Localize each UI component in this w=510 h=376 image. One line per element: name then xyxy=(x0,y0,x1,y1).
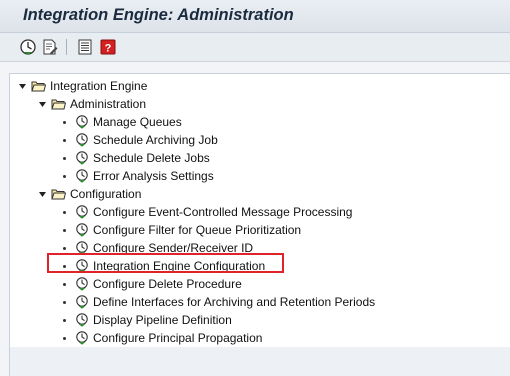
tree-item-configure-principal-propagation[interactable]: Configure Principal Propagation xyxy=(61,329,262,347)
bullet xyxy=(63,318,66,322)
execute-clock-icon xyxy=(20,39,36,55)
tree-item-label: Error Analysis Settings xyxy=(93,169,214,183)
list-icon xyxy=(78,39,92,55)
tree-item-configure-filter-for-queue-prioritization[interactable]: Configure Filter for Queue Prioritizatio… xyxy=(61,221,301,239)
tree-item-label: Display Pipeline Definition xyxy=(93,313,232,327)
list-button[interactable] xyxy=(76,38,94,56)
tree-node-label: Integration Engine xyxy=(50,79,148,93)
execute-button[interactable] xyxy=(19,38,37,56)
tree-item-integration-engine-configuration[interactable]: Integration Engine Configuration xyxy=(61,257,265,275)
bullet xyxy=(63,210,66,214)
bullet xyxy=(63,228,66,232)
edit-button[interactable] xyxy=(41,38,59,56)
tree-node-integration-engine[interactable]: Integration Engine xyxy=(18,77,147,95)
tree-node-label: Configuration xyxy=(70,187,142,201)
folder-open-icon xyxy=(31,81,46,92)
transaction-clock-icon xyxy=(76,169,88,183)
bullet xyxy=(63,174,66,178)
navigation-tree: Integration Engine Administration Manage… xyxy=(9,73,510,348)
tree-item-define-interfaces-for-archiving[interactable]: Define Interfaces for Archiving and Rete… xyxy=(61,293,375,311)
transaction-clock-icon xyxy=(76,151,88,165)
tree-item-display-pipeline-definition[interactable]: Display Pipeline Definition xyxy=(61,311,232,329)
tree-item-label: Define Interfaces for Archiving and Rete… xyxy=(93,295,376,309)
expand-triangle-icon[interactable] xyxy=(38,100,47,109)
folder-open-icon xyxy=(51,99,66,110)
help-icon: ? xyxy=(100,39,116,55)
tree-item-label: Configure Sender/Receiver ID xyxy=(93,241,254,255)
transaction-clock-icon xyxy=(76,313,88,327)
folder-open-icon xyxy=(51,189,66,200)
bullet xyxy=(63,282,66,286)
transaction-clock-icon xyxy=(76,133,88,147)
transaction-clock-icon xyxy=(76,277,88,291)
bullet xyxy=(63,336,66,340)
transaction-clock-icon xyxy=(76,331,88,345)
tree-item-label: Schedule Archiving Job xyxy=(93,133,218,147)
transaction-clock-icon xyxy=(76,295,88,309)
transaction-clock-icon xyxy=(76,223,88,237)
tree-item-schedule-archiving-job[interactable]: Schedule Archiving Job xyxy=(61,131,218,149)
bullet xyxy=(63,120,66,124)
tree-item-label: Configure Filter for Queue Prioritizatio… xyxy=(93,223,302,237)
transaction-clock-icon xyxy=(76,205,88,219)
toolbar-separator xyxy=(66,39,67,55)
tree-item-configure-event-controlled-message-processing[interactable]: Configure Event-Controlled Message Proce… xyxy=(61,203,352,221)
help-button[interactable]: ? xyxy=(99,38,117,56)
tree-item-configure-sender-receiver-id[interactable]: Configure Sender/Receiver ID xyxy=(61,239,253,257)
tree-item-label: Configure Event-Controlled Message Proce… xyxy=(93,205,353,219)
title-bar: Integration Engine: Administration xyxy=(0,0,510,33)
tree-node-label: Administration xyxy=(70,97,147,111)
expand-triangle-icon[interactable] xyxy=(18,82,27,91)
tree-item-label: Integration Engine Configuration xyxy=(93,259,266,273)
transaction-clock-icon xyxy=(76,241,88,255)
tree-item-label: Configure Delete Procedure xyxy=(93,277,242,291)
tree-item-label: Schedule Delete Jobs xyxy=(93,151,210,165)
tree-item-configure-delete-procedure[interactable]: Configure Delete Procedure xyxy=(61,275,242,293)
tree-node-administration[interactable]: Administration xyxy=(38,95,146,113)
bullet xyxy=(63,300,66,304)
bullet xyxy=(63,156,66,160)
tree-item-label: Manage Queues xyxy=(93,115,182,129)
tree-node-configuration[interactable]: Configuration xyxy=(38,185,141,203)
tree-item-error-analysis-settings[interactable]: Error Analysis Settings xyxy=(61,167,214,185)
transaction-clock-icon xyxy=(76,259,88,273)
application-toolbar: ? xyxy=(0,33,510,62)
tree-item-manage-queues[interactable]: Manage Queues xyxy=(61,113,182,131)
transaction-clock-icon xyxy=(76,115,88,129)
bottom-empty-area xyxy=(9,347,510,376)
tree-item-label: Configure Principal Propagation xyxy=(93,331,263,345)
edit-document-icon xyxy=(43,39,58,55)
svg-text:?: ? xyxy=(105,43,112,55)
page-title: Integration Engine: Administration xyxy=(23,6,294,24)
bullet xyxy=(63,138,66,142)
bullet xyxy=(63,246,66,250)
bullet xyxy=(63,264,66,268)
tree-item-schedule-delete-jobs[interactable]: Schedule Delete Jobs xyxy=(61,149,210,167)
expand-triangle-icon[interactable] xyxy=(38,190,47,199)
